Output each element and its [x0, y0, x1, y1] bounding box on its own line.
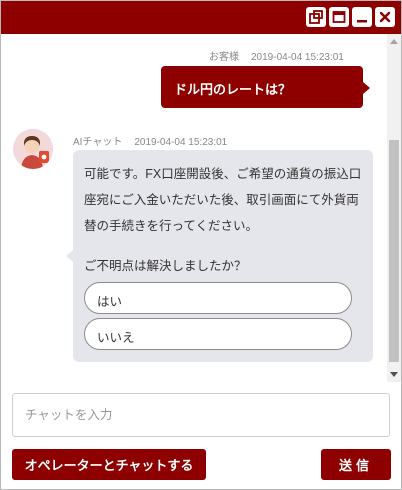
minimize-button[interactable] — [352, 7, 372, 27]
choice-no-button[interactable]: いいえ — [84, 318, 352, 350]
send-button[interactable]: 送信 — [321, 449, 391, 480]
bot-message-meta: AIチャット 2019-04-04 15:23:01 — [73, 133, 227, 148]
chat-window: お客様 2019-04-04 15:23:01 ドル円のレートは？ AIチャット 2… — [0, 0, 402, 490]
scroll-thumb[interactable] — [389, 140, 399, 362]
user-sender-name: お客様 — [209, 52, 239, 63]
scroll-down-arrow-icon — [390, 372, 398, 377]
bot-message-text: 可能です。FX口座開設後、ご希望の通貨の振込口座宛にご入金いただいた後、取引画面… — [84, 167, 362, 233]
maximize-button[interactable] — [329, 7, 349, 27]
chat-log: お客様 2019-04-04 15:23:01 ドル円のレートは？ AIチャット 2… — [1, 34, 389, 382]
user-message-bubble: ドル円のレートは？ — [161, 66, 370, 108]
close-button[interactable] — [375, 7, 395, 27]
bot-sender-name: AIチャット — [73, 137, 123, 148]
chat-scrollbar[interactable] — [387, 34, 401, 382]
chat-input-box[interactable] — [12, 393, 390, 437]
bot-message-bubble: 可能です。FX口座開設後、ご希望の通貨の振込口座宛にご入金いただいた後、取引画面… — [66, 150, 373, 362]
minimize-icon — [357, 20, 367, 23]
choice-yes-button[interactable]: はい — [84, 282, 352, 314]
chat-with-operator-button[interactable]: オペレーターとチャットする — [12, 449, 206, 480]
popout-icon — [309, 10, 323, 24]
title-bar — [1, 1, 401, 34]
maximize-icon — [332, 11, 346, 23]
user-timestamp: 2019-04-04 15:23:01 — [251, 52, 344, 63]
chat-input[interactable] — [13, 394, 389, 436]
bot-timestamp: 2019-04-04 15:23:01 — [134, 137, 228, 148]
bot-avatar — [13, 129, 53, 169]
close-icon — [379, 11, 391, 23]
popout-button[interactable] — [306, 7, 326, 27]
bot-question-text: ご不明点は解決しましたか？ — [84, 259, 247, 273]
scroll-down-button[interactable] — [387, 368, 401, 382]
operator-avatar-icon — [13, 129, 53, 169]
user-message-meta: お客様 2019-04-04 15:23:01 — [209, 48, 344, 63]
scroll-up-button[interactable] — [387, 34, 401, 48]
scroll-up-arrow-icon — [390, 39, 398, 44]
